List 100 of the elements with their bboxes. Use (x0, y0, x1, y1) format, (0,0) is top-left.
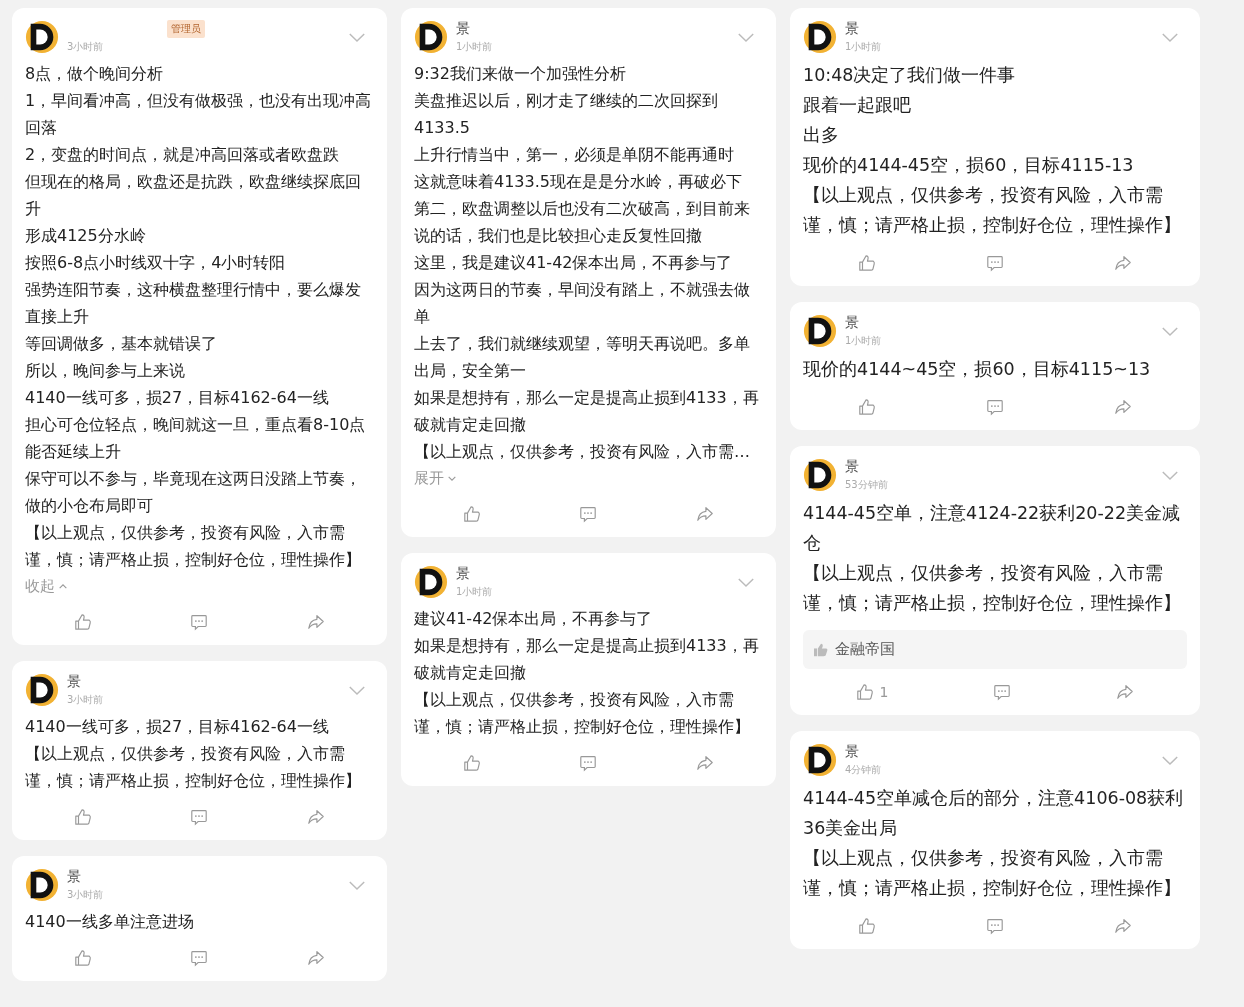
post-text: 跟着一起跟吧 (803, 94, 912, 117)
post-time: 1小时前 (456, 40, 494, 54)
chevron-down-icon[interactable] (1161, 469, 1179, 481)
post-text: 等回调做多，基本就错误了 (25, 333, 218, 355)
chevron-down-icon[interactable] (1161, 754, 1179, 766)
comment-icon[interactable] (190, 949, 209, 967)
post-text: 上升行情当中，第一，必须是单阴不能再通时 (414, 144, 735, 166)
like-icon[interactable] (463, 505, 482, 523)
author-name: 景 (67, 868, 81, 886)
chevron-down-icon[interactable] (737, 576, 755, 588)
share-icon[interactable] (695, 505, 714, 523)
post-text: 【以上观点，仅供参考，投资有风险，入市需谨，慎；请严格止损，控制好仓位，理性操作】 (25, 743, 362, 792)
admin-badge: 管理员 (167, 20, 205, 38)
like-icon[interactable] (463, 754, 482, 772)
author-name: 景 (845, 458, 859, 476)
d-logo-icon (25, 673, 59, 707)
d-logo-icon (803, 743, 837, 777)
post-time: 3小时前 (67, 888, 105, 902)
toggle-link[interactable]: 收起 (25, 573, 68, 599)
like-icon[interactable] (858, 398, 876, 416)
post-time: 53分钟前 (845, 478, 889, 492)
d-logo-icon (414, 565, 448, 599)
post-text: 现价的4144-45空，损60，目标4115-13 (803, 154, 1135, 177)
post-text: 这里，我是建议41-42保本出局，不再参与了 (414, 252, 734, 274)
like-icon[interactable] (858, 917, 876, 935)
chevron-down-icon[interactable] (348, 879, 366, 891)
author-name: 景 (845, 314, 859, 332)
share-icon[interactable] (1114, 917, 1132, 935)
post-text: 10:48决定了我们做一件事 (803, 64, 1017, 87)
comment-icon[interactable] (190, 808, 209, 826)
share-icon[interactable] (306, 808, 325, 826)
post-text: 第二，欧盘调整以后也没有二次破高，到目前来说的话，我们也是比较担心走反复性回撤 (414, 198, 751, 247)
post-text: 4140一线多单注意进场 (25, 911, 195, 933)
post-text: 出多 (803, 124, 840, 147)
post-time: 4分钟前 (845, 763, 883, 777)
d-logo-icon (803, 458, 837, 492)
like-count: 1 (879, 684, 889, 700)
post-text: 1，早间看冲高，但没有做极强，也没有出现冲高回落 (25, 90, 373, 139)
post-text: 按照6-8点小时线双十字，4小时转阳 (25, 252, 287, 274)
share-icon[interactable] (1116, 683, 1135, 701)
share-icon[interactable] (1114, 398, 1132, 416)
post-text: 现价的4144~45空，损60，目标4115~13 (803, 358, 1152, 381)
post-text: 形成4125分水岭 (25, 225, 147, 247)
chevron-down-icon[interactable] (1161, 31, 1179, 43)
post-text: 担心可仓位轻点，晚间就这一旦，重点看8-10点能否延续上升 (25, 414, 367, 463)
post-text: 美盘推迟以后，刚才走了继续的二次回探到4133.5 (414, 90, 719, 139)
post-text: 【以上观点，仅供参考，投资有风险，入市需… (414, 441, 751, 463)
author-name: 景 (845, 20, 859, 38)
like-icon[interactable] (855, 683, 874, 701)
share-icon[interactable] (695, 754, 714, 772)
share-icon[interactable] (306, 613, 325, 631)
d-logo-icon (803, 314, 837, 348)
comment-icon[interactable] (986, 917, 1004, 935)
liker-name: 金融帝国 (835, 640, 895, 659)
post-text: 但现在的格局，欧盘还是抗跌，欧盘继续探底回升 (25, 171, 362, 220)
comment-icon[interactable] (579, 754, 598, 772)
author-name: 景 (456, 20, 470, 38)
chevron-down-icon[interactable] (348, 31, 366, 43)
d-logo-icon (25, 868, 59, 902)
post-text: 【以上观点，仅供参考，投资有风险，入市需谨，慎；请严格止损，控制好仓位，理性操作】 (803, 184, 1182, 237)
share-icon[interactable] (306, 949, 325, 967)
author-name: 景 (845, 743, 859, 761)
d-logo-icon (25, 20, 59, 54)
post-text: 上去了，我们就继续观望，等明天再说吧。多单出局，安全第一 (414, 333, 751, 382)
post-text: 所以，晚间参与上来说 (25, 360, 186, 382)
comment-icon[interactable] (993, 683, 1012, 701)
chevron-down-icon[interactable] (737, 31, 755, 43)
like-icon[interactable] (74, 949, 93, 967)
comment-icon[interactable] (579, 505, 598, 523)
post-text: 4144-45空单，注意4124-22获利20-22美金减仓 (803, 502, 1182, 555)
post-time: 3小时前 (67, 40, 105, 54)
post-text: 这就意味着4133.5现在是是分水岭，再破必下 (414, 171, 743, 193)
post-text: 如果是想持有，那么一定是提高止损到4133，再破就肯定走回撤 (414, 387, 760, 436)
post-text: 【以上观点，仅供参考，投资有风险，入市需谨，慎；请严格止损，控制好仓位，理性操作】 (803, 847, 1182, 900)
post-time: 1小时前 (845, 40, 883, 54)
d-logo-icon (803, 20, 837, 54)
comment-icon[interactable] (986, 254, 1004, 272)
post-text: 【以上观点，仅供参考，投资有风险，入市需谨，慎；请严格止损，控制好仓位，理性操作】 (25, 522, 362, 571)
comment-icon[interactable] (190, 613, 209, 631)
chevron-down-icon[interactable] (1161, 325, 1179, 337)
post-text: 【以上观点，仅供参考，投资有风险，入市需谨，慎；请严格止损，控制好仓位，理性操作】 (414, 689, 751, 738)
like-icon[interactable] (74, 808, 93, 826)
like-icon[interactable] (74, 613, 93, 631)
post-text: 2，变盘的时间点，就是冲高回落或者欧盘跌 (25, 144, 341, 166)
share-icon[interactable] (1114, 254, 1132, 272)
post-time: 3小时前 (67, 693, 105, 707)
toggle-link[interactable]: 展开 (414, 465, 457, 491)
like-icon[interactable] (858, 254, 876, 272)
comment-icon[interactable] (986, 398, 1004, 416)
post-text: 如果是想持有，那么一定是提高止损到4133，再破就肯定走回撤 (414, 635, 760, 684)
post-text: 8点，做个晚间分析 (25, 63, 165, 85)
chevron-down-icon[interactable] (348, 684, 366, 696)
post-time: 1小时前 (456, 585, 494, 599)
post-text: 4144-45空单减仓后的部分，注意4106-08获利36美金出局 (803, 787, 1185, 840)
d-logo-icon (414, 20, 448, 54)
post-text: 4140一线可多，损27，目标4162-64一线 (25, 716, 330, 738)
post-text: 9:32我们来做一个加强性分析 (414, 63, 627, 85)
thumbs-up-icon (813, 642, 829, 657)
post-text: 强势连阳节奏，这种横盘整理行情中，要么爆发直接上升 (25, 279, 362, 328)
author-name: 景 (456, 565, 470, 583)
